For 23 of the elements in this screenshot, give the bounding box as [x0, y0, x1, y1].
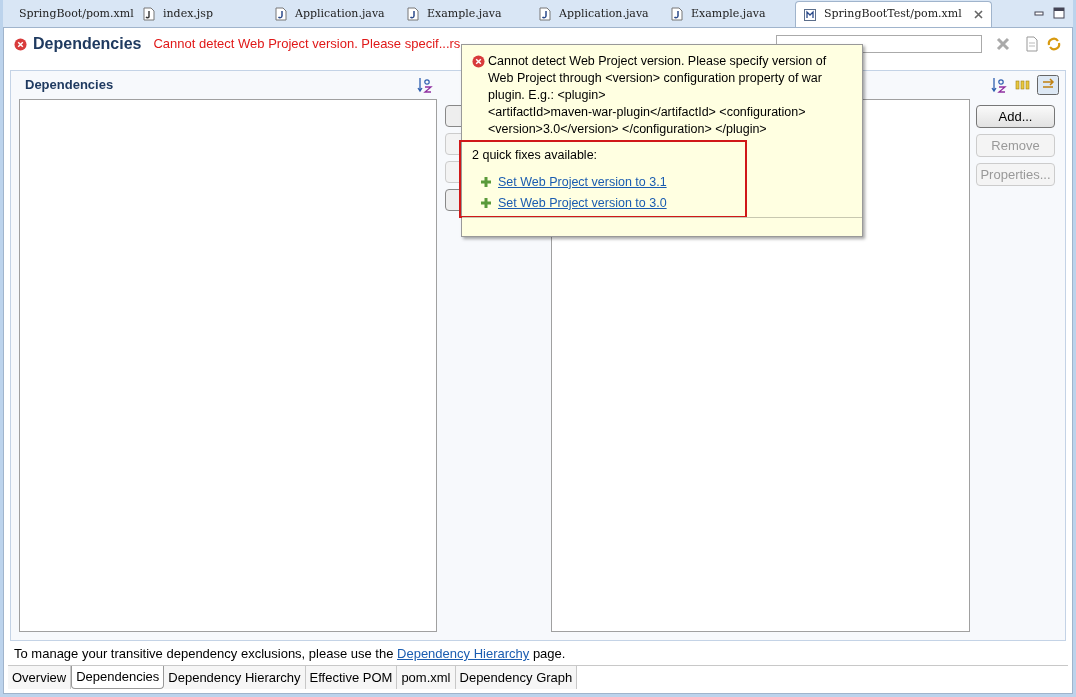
page-tab[interactable]: Dependencies — [71, 666, 165, 689]
error-description: Cannot detect Web Project version. Please specify version of Web Project through <version> configuration property of war plugin. E.g.: <plugin> <artifactId>maven-war-plugin</artifactId> <configuration> <version>3.0</version> </configuration> </plugin> — [488, 53, 828, 138]
error-message[interactable]: Cannot detect Web Project version. Please specif...rs — [153, 34, 461, 54]
editor-tab[interactable]: Example.java — [399, 1, 531, 27]
editor-tab[interactable]: Application.java — [531, 1, 663, 27]
section-title: Dependencies — [24, 76, 114, 95]
page-tab[interactable]: Dependency Hierarchy — [164, 666, 306, 689]
quick-fix-link[interactable]: Set Web Project version to 3.0 — [498, 193, 667, 213]
editor-tab[interactable]: Application.java — [267, 1, 399, 27]
editor-tab[interactable]: index.jsp — [135, 1, 267, 27]
page-title: Dependencies — [33, 34, 142, 54]
quick-fix-link[interactable]: Set Web Project version to 3.1 — [498, 172, 667, 192]
editor-tab[interactable]: SpringBootTest/pom.xml — [795, 1, 992, 27]
page-tab[interactable]: Effective POM — [305, 666, 398, 689]
page-tab[interactable]: Dependency Graph — [455, 666, 578, 689]
dependency-hierarchy-link[interactable]: Dependency Hierarchy — [397, 646, 530, 662]
help-text: To manage your transitive dependency exclusions, please use the Dependency Hierarchy page. — [14, 645, 566, 664]
page-tab[interactable]: Overview — [8, 666, 72, 689]
action-button[interactable]: Add... — [976, 105, 1055, 128]
page-tab[interactable]: pom.xml — [397, 666, 456, 689]
fixes-heading: 2 quick fixes available: — [472, 147, 599, 164]
editor-tab[interactable]: Example.java — [663, 1, 795, 27]
editor-tab[interactable]: SpringBoot/pom.xml — [3, 1, 135, 27]
